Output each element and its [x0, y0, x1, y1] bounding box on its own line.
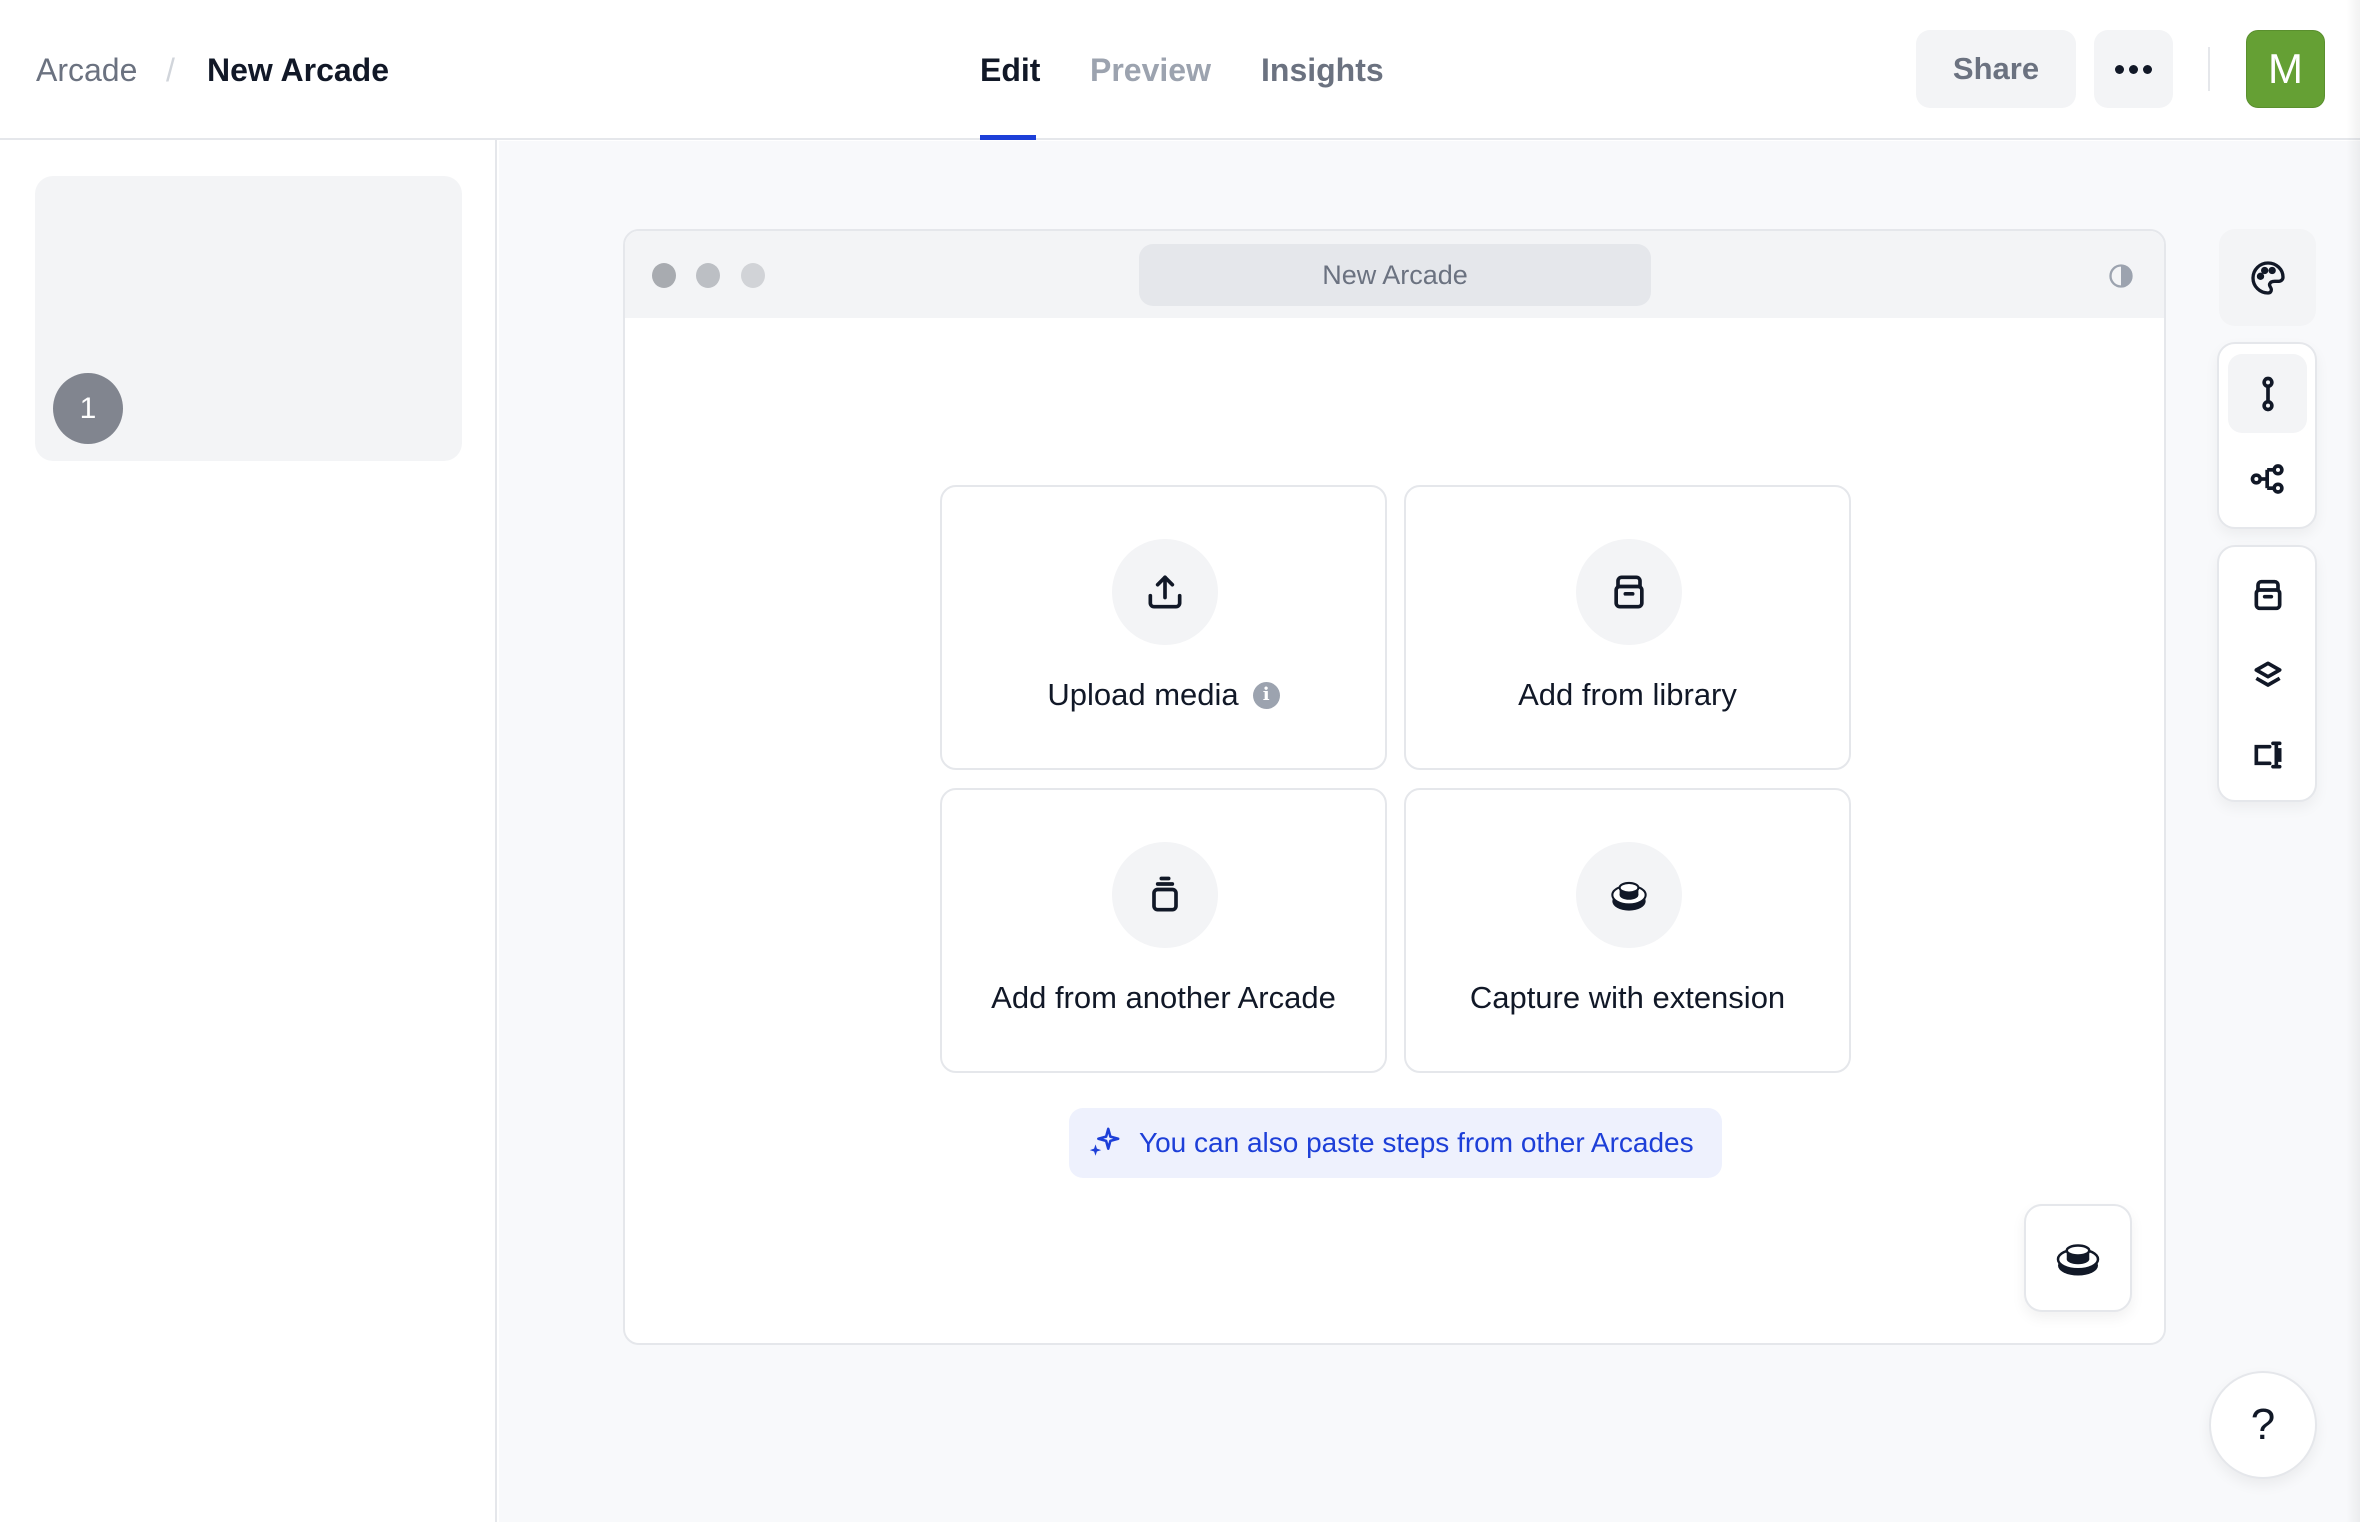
upload-media-card[interactable]: Upload media i	[940, 485, 1387, 770]
active-tab-indicator	[980, 135, 1036, 140]
upload-media-label: Upload media	[1047, 677, 1239, 712]
steps-sidebar: 1	[0, 140, 497, 1522]
tab-edit[interactable]: Edit	[980, 50, 1040, 90]
library-icon	[2254, 579, 2281, 610]
record-button-icon	[2056, 1244, 2100, 1276]
sparkles-icon	[1089, 1127, 1120, 1156]
layers-icon	[2254, 661, 2281, 687]
user-avatar[interactable]: M	[2246, 30, 2325, 108]
breadcrumb-separator: /	[166, 52, 175, 88]
theme-palette-button[interactable]	[2219, 229, 2316, 326]
flow-tool-group	[2217, 342, 2317, 529]
library-icon-circle	[1576, 539, 1682, 645]
branching-flow-icon	[2250, 463, 2284, 494]
library-button[interactable]	[2228, 555, 2307, 634]
info-icon[interactable]: i	[1252, 681, 1280, 709]
capture-extension-button[interactable]	[2024, 1204, 2132, 1312]
step-thumbnail[interactable]: 1	[35, 176, 462, 461]
text-field-button[interactable]	[2228, 715, 2307, 794]
arcade-stack-icon	[1152, 876, 1178, 912]
more-horizontal-icon	[2115, 64, 2124, 74]
add-from-another-arcade-card[interactable]: Add from another Arcade	[940, 788, 1387, 1073]
palette-icon	[2250, 260, 2285, 295]
arcade-stack-icon-circle	[1112, 842, 1218, 948]
add-from-library-card[interactable]: Add from library	[1404, 485, 1851, 770]
browser-frame-bar: New Arcade	[625, 231, 2164, 318]
share-button[interactable]: Share	[1916, 30, 2076, 108]
capture-with-extension-label: Capture with extension	[1469, 980, 1786, 1015]
tab-preview[interactable]: Preview	[1090, 50, 1211, 90]
upload-icon-circle	[1112, 539, 1218, 645]
add-from-another-arcade-label: Add from another Arcade	[991, 980, 1336, 1015]
editor-canvas: New Arcade Upload media i Add from libra…	[499, 141, 2360, 1522]
page-scrollbar-edge	[2346, 0, 2360, 1522]
help-button[interactable]: ?	[2209, 1371, 2317, 1479]
linear-flow-icon	[2261, 376, 2274, 411]
paste-steps-tip-text: You can also paste steps from other Arca…	[1139, 1127, 1694, 1158]
browser-frame: New Arcade Upload media i Add from libra…	[623, 229, 2166, 1345]
library-icon	[1614, 575, 1644, 609]
text-field-icon	[2254, 741, 2281, 768]
add-from-library-label: Add from library	[1518, 677, 1737, 712]
record-button-icon	[1611, 881, 1647, 911]
header-divider	[2208, 47, 2210, 91]
record-button-icon-circle	[1576, 842, 1682, 948]
window-dot-icon	[741, 263, 765, 288]
window-dot-icon	[652, 263, 676, 288]
linear-flow-button[interactable]	[2228, 354, 2307, 433]
upload-icon	[1148, 575, 1182, 609]
layers-button[interactable]	[2228, 635, 2307, 714]
top-header: Arcade / New Arcade Edit Preview Insight…	[0, 0, 2360, 140]
breadcrumb-root-link[interactable]: Arcade	[36, 50, 137, 90]
more-horizontal-icon	[2143, 64, 2152, 74]
branching-flow-button[interactable]	[2228, 439, 2307, 518]
tab-insights[interactable]: Insights	[1261, 50, 1384, 90]
content-tool-group	[2217, 545, 2317, 802]
paste-steps-tip: You can also paste steps from other Arca…	[1069, 1108, 1722, 1178]
breadcrumb-current[interactable]: New Arcade	[207, 50, 389, 90]
contrast-icon[interactable]	[2107, 262, 2135, 290]
step-number-badge: 1	[53, 373, 123, 444]
frame-title-pill[interactable]: New Arcade	[1139, 244, 1651, 306]
capture-with-extension-card[interactable]: Capture with extension	[1404, 788, 1851, 1073]
window-dot-icon	[696, 263, 720, 288]
more-horizontal-icon	[2129, 64, 2138, 74]
more-options-button[interactable]	[2094, 30, 2173, 108]
